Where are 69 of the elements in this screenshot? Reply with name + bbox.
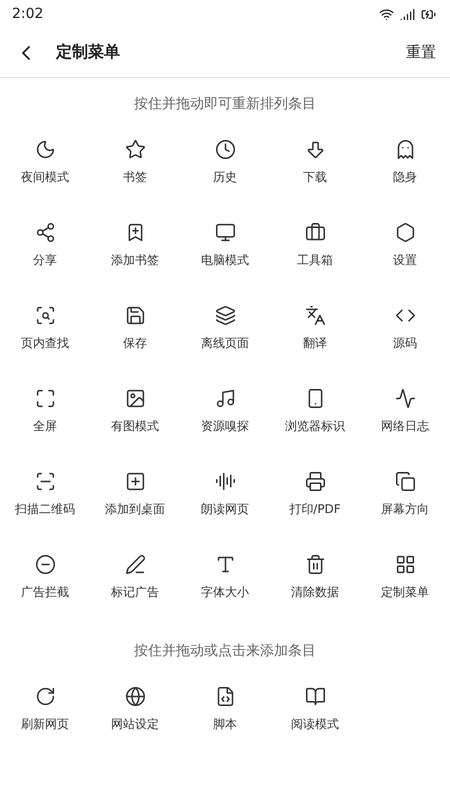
scan-icon	[34, 471, 56, 492]
menu-item[interactable]: 网络日志	[360, 376, 450, 459]
menu-item[interactable]: 刷新网页	[0, 674, 90, 757]
layers-icon	[214, 305, 236, 326]
reset-button[interactable]: 重置	[406, 43, 436, 62]
menu-item[interactable]: 下载	[270, 127, 360, 210]
monitor-icon	[214, 222, 236, 243]
menu-item[interactable]: 页内查找	[0, 293, 90, 376]
music-note-icon	[214, 388, 236, 409]
minus-circle-icon	[34, 554, 56, 575]
menu-item[interactable]: 浏览器标识	[270, 376, 360, 459]
add-square-icon	[124, 471, 146, 492]
signal-icon	[400, 6, 415, 22]
clock-icon	[214, 139, 236, 160]
star-icon	[124, 139, 146, 160]
menu-item[interactable]: 扫描二维码	[0, 459, 90, 542]
menu-item[interactable]: 分享	[0, 210, 90, 293]
menu-item[interactable]: 离线页面	[180, 293, 270, 376]
menu-item[interactable]: 标记广告	[90, 542, 180, 625]
book-icon	[304, 686, 326, 707]
wifi-icon	[379, 6, 394, 22]
menu-item[interactable]: 历史	[180, 127, 270, 210]
expand-icon	[34, 388, 56, 409]
pulse-icon	[394, 388, 416, 409]
section-hint: 按住并拖动即可重新排列条目	[133, 95, 317, 114]
menu-item[interactable]: 保存	[90, 293, 180, 376]
audio-icon	[214, 471, 236, 492]
menu-item[interactable]: 阅读模式	[270, 674, 360, 757]
printer-icon	[304, 471, 326, 492]
menu-item[interactable]: 工具箱	[270, 210, 360, 293]
menu-item[interactable]: 夜间模式	[0, 127, 90, 210]
ghost-icon	[394, 139, 416, 160]
menu-item[interactable]: 电脑模式	[180, 210, 270, 293]
menu-item[interactable]: 定制菜单	[360, 542, 450, 625]
image-icon	[124, 388, 146, 409]
menu-item[interactable]: 设置	[360, 210, 450, 293]
menu-item[interactable]: 书签	[90, 127, 180, 210]
status-time: 2:02	[12, 6, 44, 22]
briefcase-icon	[304, 222, 326, 243]
menu-item[interactable]: 打印/PDF	[270, 459, 360, 542]
menu-item[interactable]: 添加书签	[90, 210, 180, 293]
menu-item[interactable]: 广告拦截	[0, 542, 90, 625]
menu-item[interactable]: 翻译	[270, 293, 360, 376]
menu-item[interactable]: 网站设定	[90, 674, 180, 757]
menu-item[interactable]: 有图模式	[90, 376, 180, 459]
menu-item[interactable]: 添加到桌面	[90, 459, 180, 542]
moon-icon	[34, 139, 56, 160]
translate-icon	[304, 305, 326, 326]
share-icon	[34, 222, 56, 243]
menu-item[interactable]: 屏幕方向	[360, 459, 450, 542]
menu-item[interactable]: 全屏	[0, 376, 90, 459]
menu-item[interactable]: 朗读网页	[180, 459, 270, 542]
menu-item[interactable]: 隐身	[360, 127, 450, 210]
copy-icon	[394, 471, 416, 492]
menu-item[interactable]: 清除数据	[270, 542, 360, 625]
trash-icon	[304, 554, 326, 575]
menu-item[interactable]: 源码	[360, 293, 450, 376]
refresh-icon	[34, 686, 56, 707]
globe-icon	[124, 686, 146, 707]
page-title: 定制菜单	[56, 42, 121, 63]
search-icon	[34, 305, 56, 326]
menu-item[interactable]: 资源嗅探	[180, 376, 270, 459]
hexagon-icon	[394, 222, 416, 243]
section-hint: 按住并拖动或点击来添加条目	[133, 642, 317, 661]
pen-icon	[124, 554, 146, 575]
grid-icon	[394, 554, 416, 575]
arrow-down-icon	[304, 139, 326, 160]
menu-item[interactable]: 脚本	[180, 674, 270, 757]
menu-item[interactable]: 字体大小	[180, 542, 270, 625]
